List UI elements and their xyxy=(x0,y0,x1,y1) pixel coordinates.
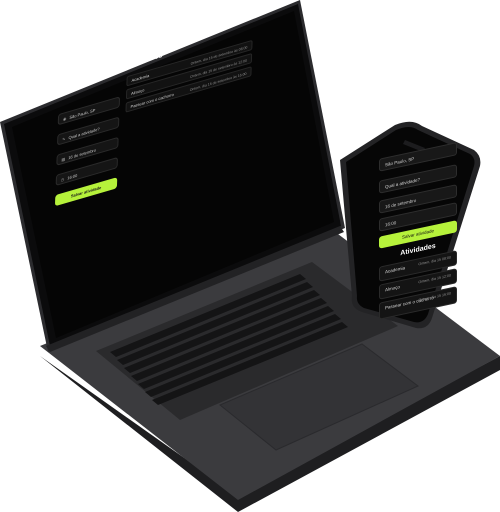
list-item-meta: Ontem, dia 15 12:00 xyxy=(418,273,451,285)
date-value: 16 de setembro xyxy=(385,197,417,210)
location-value: São Paulo, SP xyxy=(69,107,96,121)
activity-placeholder: Qual a atividade? xyxy=(68,126,100,141)
activity-placeholder: Qual a atividade? xyxy=(385,177,421,190)
list-item-meta: Ontem, dia 15 16:00 xyxy=(418,291,451,303)
calendar-icon: ▦ xyxy=(61,156,66,163)
list-item-label: Academia xyxy=(131,72,150,83)
phone-screen: São Paulo, SP Qual a atividade? 16 de se… xyxy=(373,129,463,328)
location-icon: ◉ xyxy=(62,115,67,122)
list-item-meta: Ontem, dia 15 08:00 xyxy=(418,255,451,267)
list-item-label: Almoço xyxy=(385,284,401,293)
time-value: 16:00 xyxy=(67,172,78,181)
list-item-label: Almoço xyxy=(130,87,145,97)
date-value: 16 de setembro xyxy=(68,147,97,161)
location-value: São Paulo, SP xyxy=(385,156,415,168)
pencil-icon: ✎ xyxy=(62,136,66,143)
time-value: 16:00 xyxy=(385,220,397,228)
list-item-label: Academia xyxy=(385,265,406,275)
clock-icon: ◷ xyxy=(60,176,65,183)
